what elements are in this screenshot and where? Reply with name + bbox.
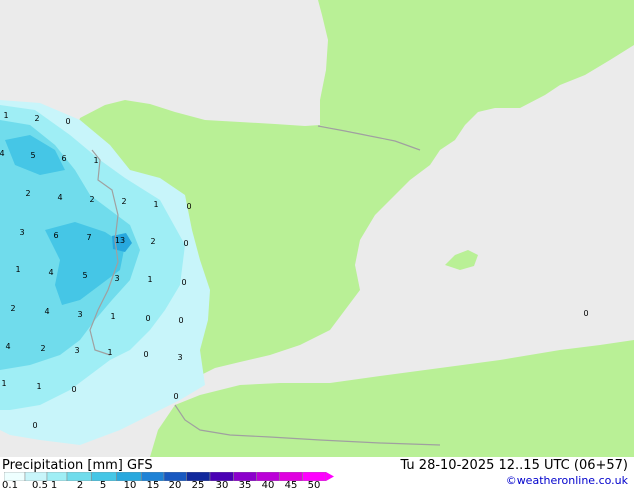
- precip-value-label: 1: [110, 312, 115, 321]
- precip-value-label: 13: [115, 236, 125, 245]
- precip-value-label: 3: [114, 274, 119, 283]
- precip-value-label: 4: [48, 268, 53, 277]
- precip-value-label: 0: [145, 314, 150, 323]
- precip-value-label: 1: [147, 275, 152, 284]
- precip-value-label: 2: [121, 197, 126, 206]
- footer: Precipitation [mm] GFS Tu 28-10-2025 12.…: [0, 457, 634, 491]
- precip-value-label: 2: [40, 344, 45, 353]
- precip-value-label: 0: [178, 316, 183, 325]
- precip-value-label: 1: [93, 156, 98, 165]
- precip-value-label: 0: [183, 239, 188, 248]
- precip-value-label: 6: [61, 154, 66, 163]
- precip-value-label: 0: [32, 421, 37, 430]
- precip-value-label: 2: [34, 114, 39, 123]
- precip-value-label: 2: [150, 237, 155, 246]
- precip-value-label: 2: [25, 189, 30, 198]
- precip-value-label: 2: [10, 304, 15, 313]
- precip-value-label: 3: [177, 353, 182, 362]
- precip-value-label: 0: [186, 202, 191, 211]
- precip-value-label: 4: [0, 149, 5, 158]
- precip-value-label: 4: [57, 193, 62, 202]
- precip-value-label: 1: [36, 382, 41, 391]
- precip-value-label: 3: [19, 228, 24, 237]
- precip-value-label: 1: [153, 200, 158, 209]
- precip-value-label: 3: [77, 310, 82, 319]
- precip-value-label: 0: [65, 117, 70, 126]
- precip-value-label: 2: [89, 195, 94, 204]
- precipitation-map: 1 2 0 4 5 6 1 2 4 2 2 1 0 3 6 7 13 2 0 1 4 5 3 1 0 2 4 3 1 0 0 4 2 3 1 0 3 1 1…: [0, 0, 634, 457]
- precip-value-label: 0: [71, 385, 76, 394]
- precip-value-label: 1: [1, 379, 6, 388]
- precip-value-label: 0: [173, 392, 178, 401]
- precip-value-label: 4: [5, 342, 10, 351]
- precip-value-label: 0: [181, 278, 186, 287]
- colorbar-overflow-arrow: [326, 472, 334, 481]
- map-title: Precipitation [mm] GFS: [2, 458, 153, 473]
- precip-value-label: 5: [30, 151, 35, 160]
- precip-value-label: 1: [107, 348, 112, 357]
- precip-value-label: 6: [53, 231, 58, 240]
- precip-value-label: 7: [86, 233, 91, 242]
- precip-value-label: 1: [15, 265, 20, 274]
- precip-value-label: 3: [74, 346, 79, 355]
- precip-value-label: 1: [3, 111, 8, 120]
- precip-value-label: 5: [82, 271, 87, 280]
- credit-link[interactable]: ©weatheronline.co.uk: [506, 474, 628, 487]
- precip-value-label: 0: [143, 350, 148, 359]
- forecast-time: Tu 28-10-2025 12..15 UTC (06+57): [400, 458, 628, 473]
- precip-value-label: 4: [44, 307, 49, 316]
- precip-value-label: 0: [583, 309, 588, 318]
